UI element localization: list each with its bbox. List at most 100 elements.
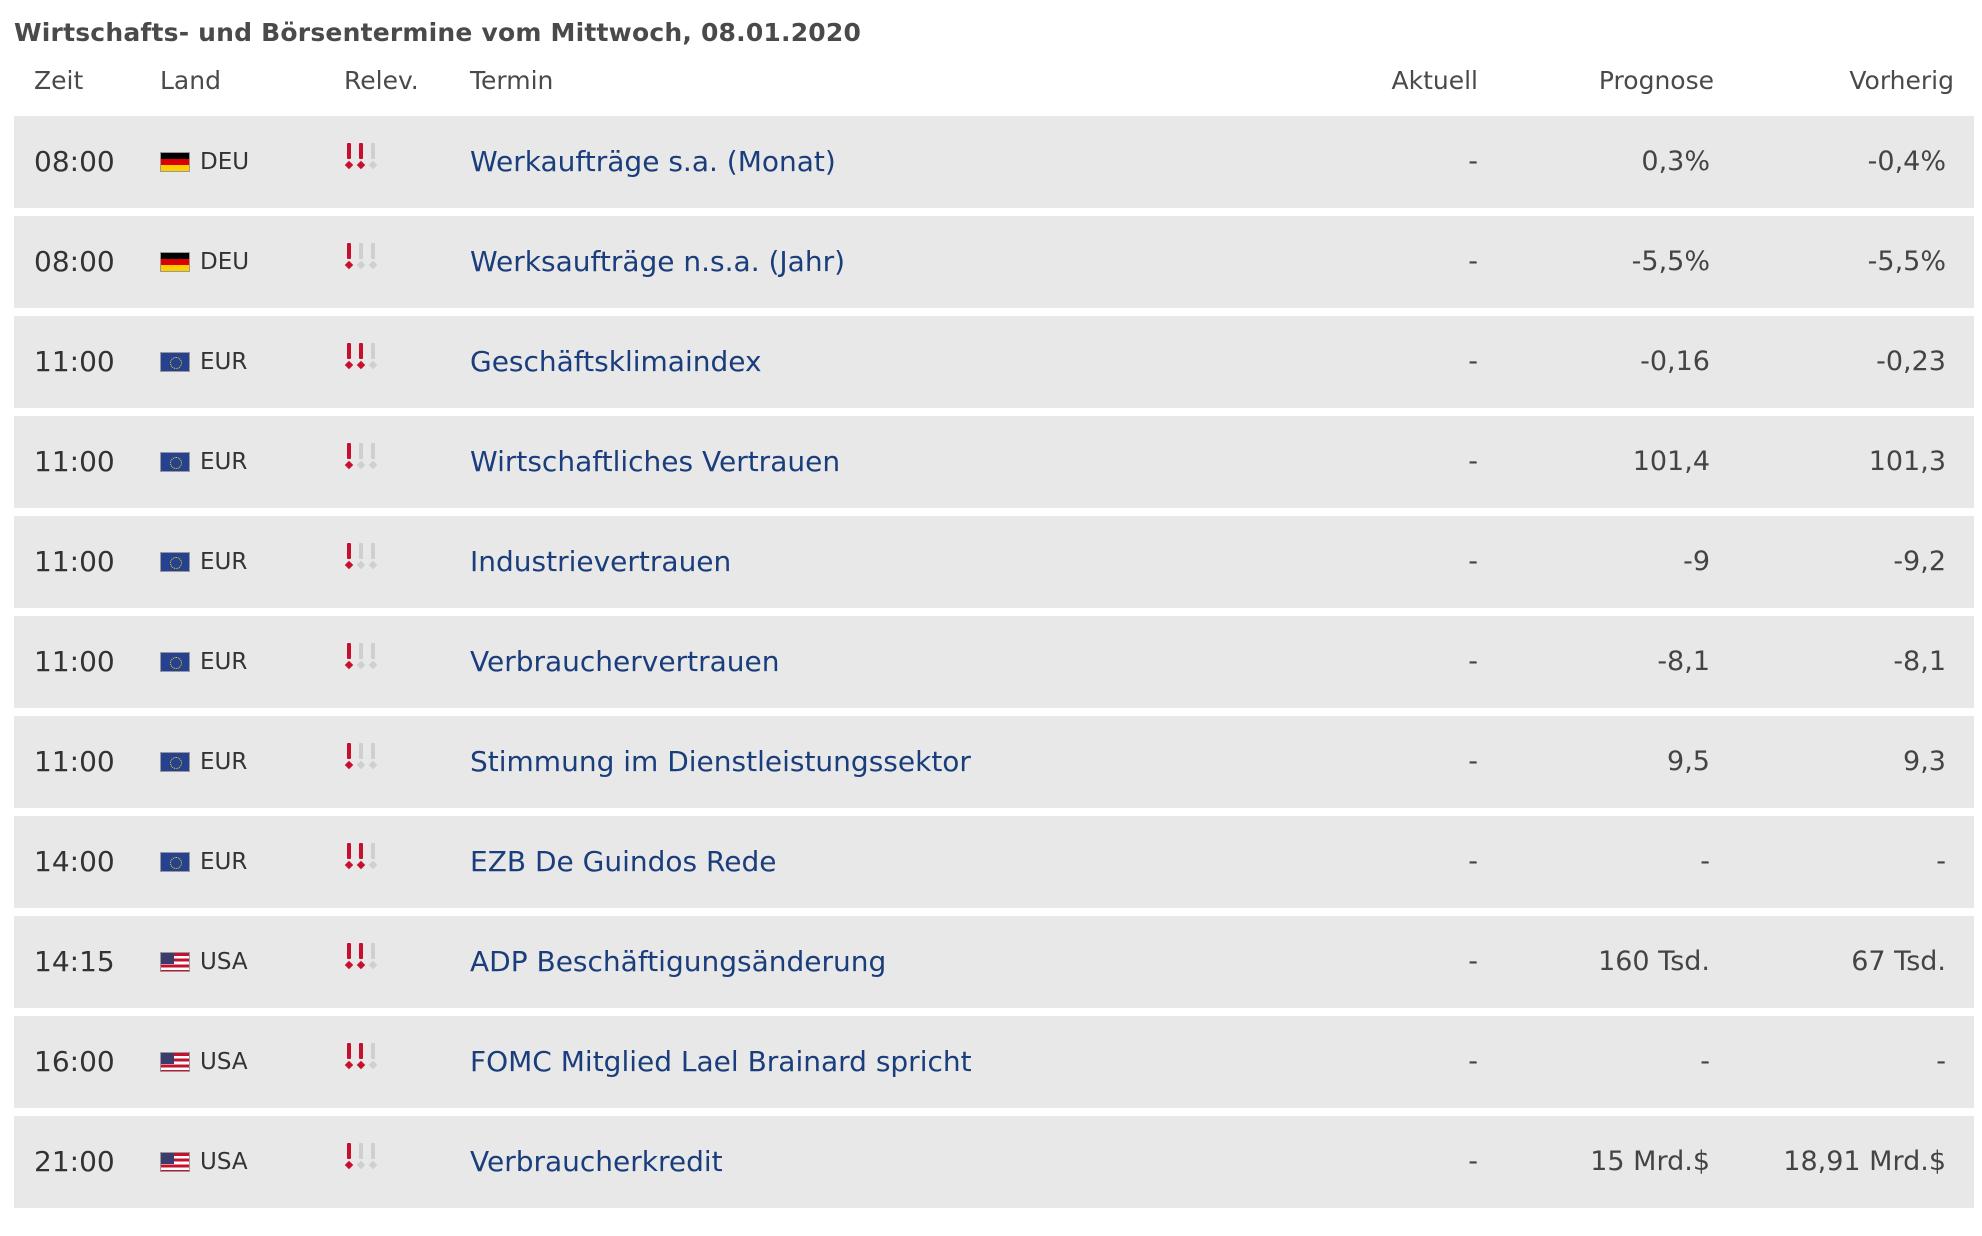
exclamation-icon xyxy=(368,143,378,171)
event-link[interactable]: Stimmung im Dienstleistungssektor xyxy=(470,716,971,808)
country-cell: EUR xyxy=(160,716,247,808)
actual-value: - xyxy=(1468,546,1478,577)
germany-flag-icon xyxy=(160,152,190,172)
event-link[interactable]: Werksaufträge n.s.a. (Jahr) xyxy=(470,216,845,308)
event-link[interactable]: Verbrauchervertrauen xyxy=(470,616,779,708)
column-header-relevance: Relev. xyxy=(344,66,419,95)
table-row: 11:00 EUR Industrievertrauen - -9 -9,2 xyxy=(14,516,1974,608)
event-link[interactable]: Werkaufträge s.a. (Monat) xyxy=(470,116,836,208)
exclamation-icon xyxy=(356,1143,366,1171)
exclamation-icon xyxy=(368,943,378,971)
exclamation-icon xyxy=(344,1143,354,1171)
eu-flag-icon xyxy=(160,752,190,772)
eu-flag-icon xyxy=(160,552,190,572)
country-cell: EUR xyxy=(160,816,247,908)
country-code: DEU xyxy=(200,149,250,175)
table-row: 14:15 USA ADP Beschäftigungsänderung - 160 T… xyxy=(14,916,1974,1008)
previous-value: -5,5% xyxy=(1867,246,1946,277)
event-link[interactable]: Wirtschaftliches Vertrauen xyxy=(470,416,840,508)
page-title: Wirtschafts- und Börsentermine vom Mittw… xyxy=(14,18,862,47)
exclamation-icon xyxy=(356,643,366,671)
actual-value: - xyxy=(1468,146,1478,177)
exclamation-icon xyxy=(356,943,366,971)
actual-value: - xyxy=(1468,646,1478,677)
exclamation-icon xyxy=(356,743,366,771)
event-link[interactable]: EZB De Guindos Rede xyxy=(470,816,776,908)
table-row: 11:00 EUR Stimmung im Dienstleistungssekto… xyxy=(14,716,1974,808)
event-time: 11:00 xyxy=(34,445,115,478)
exclamation-icon xyxy=(356,343,366,371)
country-cell: EUR xyxy=(160,516,247,608)
relevance-indicator xyxy=(344,1016,378,1108)
exclamation-icon xyxy=(344,543,354,571)
previous-value: - xyxy=(1936,1046,1946,1077)
event-link[interactable]: Geschäftsklimaindex xyxy=(470,316,762,408)
country-cell: USA xyxy=(160,1016,248,1108)
exclamation-icon xyxy=(344,343,354,371)
event-time: 11:00 xyxy=(34,745,115,778)
table-row: 11:00 EUR Geschäftsklimaindex - -0,16 -0,23 xyxy=(14,316,1974,408)
eu-flag-icon xyxy=(160,352,190,372)
actual-value: - xyxy=(1468,346,1478,377)
forecast-value: - xyxy=(1700,1046,1710,1077)
exclamation-icon xyxy=(368,1143,378,1171)
event-time: 11:00 xyxy=(34,645,115,678)
country-cell: DEU xyxy=(160,116,249,208)
country-cell: EUR xyxy=(160,416,247,508)
exclamation-icon xyxy=(344,743,354,771)
table-body: 08:00 DEU Werkaufträge s.a. (Monat) -0,3% -0… xyxy=(14,116,1974,1216)
event-link[interactable]: Verbraucherkredit xyxy=(470,1116,723,1208)
eu-flag-icon xyxy=(160,852,190,872)
actual-value: - xyxy=(1468,446,1478,477)
usa-flag-icon xyxy=(160,1052,190,1072)
table-row: 21:00 USA Verbraucherkredit - 15 Mrd.$ 18,91 … xyxy=(14,1116,1974,1208)
actual-value: - xyxy=(1468,246,1478,277)
column-header-actual: Aktuell xyxy=(1391,66,1479,95)
event-link[interactable]: ADP Beschäftigungsänderung xyxy=(470,916,886,1008)
previous-value: 101,3 xyxy=(1868,446,1946,477)
actual-value: - xyxy=(1468,1146,1478,1177)
exclamation-icon xyxy=(356,143,366,171)
country-code: USA xyxy=(200,1049,248,1075)
table-row: 14:00 EUR EZB De Guindos Rede - - - xyxy=(14,816,1974,908)
table-row: 16:00 USA FOMC Mitglied Lael Brainard spri… xyxy=(14,1016,1974,1108)
exclamation-icon xyxy=(356,543,366,571)
table-row: 08:00 DEU Werksaufträge n.s.a. (Jahr) - -5,5… xyxy=(14,216,1974,308)
relevance-indicator xyxy=(344,816,378,908)
exclamation-icon xyxy=(344,643,354,671)
previous-value: -8,1 xyxy=(1893,646,1946,677)
country-code: DEU xyxy=(200,249,250,275)
event-link[interactable]: FOMC Mitglied Lael Brainard spricht xyxy=(470,1016,972,1108)
event-time: 14:00 xyxy=(34,845,115,878)
forecast-value: 15 Mrd.$ xyxy=(1590,1146,1710,1177)
usa-flag-icon xyxy=(160,952,190,972)
event-time: 11:00 xyxy=(34,345,115,378)
country-code: EUR xyxy=(200,449,248,475)
exclamation-icon xyxy=(356,243,366,271)
country-code: EUR xyxy=(200,649,248,675)
event-time: 11:00 xyxy=(34,545,115,578)
previous-value: 67 Tsd. xyxy=(1851,946,1946,977)
previous-value: -0,23 xyxy=(1876,346,1946,377)
exclamation-icon xyxy=(344,143,354,171)
event-time: 08:00 xyxy=(34,245,115,278)
economic-calendar: Wirtschafts- und Börsentermine vom Mittw… xyxy=(0,0,1982,1236)
table-row: 11:00 EUR Wirtschaftliches Vertrauen - 101,4… xyxy=(14,416,1974,508)
relevance-indicator xyxy=(344,116,378,208)
previous-value: 9,3 xyxy=(1903,746,1946,777)
relevance-indicator xyxy=(344,916,378,1008)
exclamation-icon xyxy=(344,243,354,271)
country-code: EUR xyxy=(200,549,248,575)
relevance-indicator xyxy=(344,316,378,408)
actual-value: - xyxy=(1468,946,1478,977)
exclamation-icon xyxy=(344,1043,354,1071)
previous-value: -0,4% xyxy=(1867,146,1946,177)
country-cell: USA xyxy=(160,916,248,1008)
exclamation-icon xyxy=(368,343,378,371)
exclamation-icon xyxy=(368,443,378,471)
exclamation-icon xyxy=(344,943,354,971)
exclamation-icon xyxy=(356,443,366,471)
previous-value: -9,2 xyxy=(1893,546,1946,577)
column-header-previous: Vorherig xyxy=(1849,66,1954,95)
event-link[interactable]: Industrievertrauen xyxy=(470,516,731,608)
